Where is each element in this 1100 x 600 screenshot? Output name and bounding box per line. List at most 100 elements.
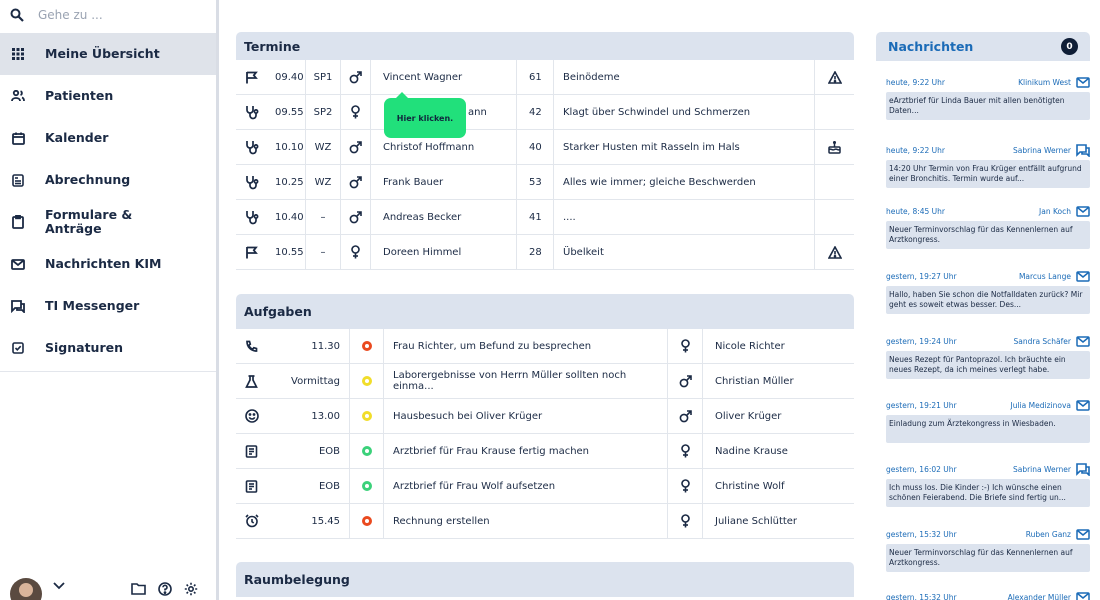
- users-icon: [11, 89, 25, 103]
- patient-age: 53: [517, 165, 554, 199]
- help-icon[interactable]: [158, 582, 172, 596]
- female-icon: [668, 504, 703, 538]
- task-person: Christine Wolf: [715, 480, 785, 492]
- folder-icon[interactable]: [131, 582, 146, 596]
- appointment-row[interactable]: 09.40 SP1 Vincent Wagner 61 Beinödeme: [236, 60, 854, 95]
- chat-icon: [1076, 462, 1090, 476]
- tooltip[interactable]: Hier klicken.: [384, 92, 466, 138]
- message-item[interactable]: heute, 9:22 Uhr Sabrina Werner 14:20 Uhr T…: [886, 143, 1090, 188]
- message-time: heute, 8:45 Uhr: [886, 206, 945, 216]
- message-meta: gestern, 19:27 Uhr Marcus Lange: [886, 269, 1090, 283]
- message-item[interactable]: gestern, 19:27 Uhr Marcus Lange Hallo, hab…: [886, 269, 1090, 314]
- appointment-row[interactable]: 10.25 WZ Frank Bauer 53 Alles wie immer; gle…: [236, 165, 854, 200]
- sidebar-item-messenger[interactable]: TI Messenger: [0, 285, 216, 327]
- sidebar-item-label: Formulare & Anträge: [45, 207, 133, 236]
- task-text[interactable]: Arztbrief für Frau Krause fertig machen: [384, 434, 668, 468]
- sidebar-item-billing[interactable]: Abrechnung: [0, 159, 216, 201]
- task-text[interactable]: Hausbesuch bei Oliver Krüger: [384, 399, 668, 433]
- message-time: gestern, 19:27 Uhr: [886, 271, 957, 281]
- message-sender: Marcus Lange: [1018, 271, 1071, 281]
- task-person: Christian Müller: [715, 375, 794, 387]
- appointment-room: SP1: [306, 60, 341, 94]
- sidebar-item-kim[interactable]: Nachrichten KIM: [0, 243, 216, 285]
- stethoscope-icon: [236, 95, 269, 129]
- message-item[interactable]: gestern, 16:02 Uhr Sabrina Werner Ich muss…: [886, 462, 1090, 507]
- status-dot: [350, 434, 384, 468]
- appointment-row[interactable]: 10.55– Doreen Himmel 28 Übelkeit: [236, 235, 854, 270]
- patient-name[interactable]: Vincent Wagner: [371, 60, 517, 94]
- chevron-down-icon[interactable]: [53, 582, 65, 590]
- message-sender: Alexander Müller: [1007, 592, 1071, 600]
- sidebar-item-calendar[interactable]: Kalender: [0, 117, 216, 159]
- female-icon: [341, 235, 371, 269]
- sidebar-item-label: Kalender: [45, 130, 109, 145]
- task-text[interactable]: Frau Richter, um Befund zu besprechen: [384, 329, 668, 363]
- calendar-icon: [11, 131, 25, 145]
- sidebar-item-label: Nachrichten KIM: [45, 256, 162, 271]
- appointment-row[interactable]: 10.10 WZ Christof Hoffmann 40 Starker Husten…: [236, 130, 854, 165]
- message-preview: eArztbrief für Linda Bauer mit allen ben…: [886, 92, 1090, 120]
- task-text[interactable]: Arztbrief für Frau Wolf aufsetzen: [384, 469, 668, 503]
- message-time: heute, 9:22 Uhr: [886, 145, 945, 155]
- message-preview: Einladung zum Ärztekongress in Wiesbaden…: [886, 415, 1090, 443]
- task-person: Oliver Krüger: [715, 410, 782, 422]
- search-bar[interactable]: Gehe zu ...: [0, 0, 216, 30]
- sidebar-item-forms[interactable]: Formulare & Anträge: [0, 201, 216, 243]
- task-due: EOB: [266, 469, 350, 503]
- appointment-row[interactable]: 10.40– Andreas Becker 41....: [236, 200, 854, 235]
- message-item[interactable]: gestern, 15:32 Uhr Ruben Ganz Neuer Termin…: [886, 527, 1090, 572]
- appointment-time: 09.40: [269, 60, 306, 94]
- mail-icon: [1076, 399, 1090, 411]
- patient-age: 41: [517, 200, 554, 234]
- message-meta: heute, 8:45 Uhr Jan Koch: [886, 204, 1090, 218]
- message-item[interactable]: gestern, 15:32 Uhr Alexander Müller: [886, 590, 1090, 600]
- gear-icon[interactable]: [184, 582, 198, 596]
- grid-icon: [11, 47, 25, 61]
- appointments-title: Termine: [236, 32, 854, 60]
- avatar[interactable]: [10, 578, 42, 600]
- mail-icon: [1076, 205, 1090, 217]
- message-time: gestern, 15:32 Uhr: [886, 529, 957, 539]
- patient-name[interactable]: Doreen Himmel: [371, 235, 517, 269]
- task-row[interactable]: 11.30 Frau Richter, um Befund zu besprech…: [236, 329, 854, 364]
- task-row[interactable]: 15.45 Rechnung erstellen Juliane Schlütter: [236, 504, 854, 539]
- sidebar-item-label: Patienten: [45, 88, 114, 103]
- sidebar-item-label: Abrechnung: [45, 172, 131, 187]
- appointment-row[interactable]: 09.55 SP2 ann 42 Klagt über Schwindel und Sc…: [236, 95, 854, 130]
- sidebar-item-patients[interactable]: Patienten: [0, 75, 216, 117]
- messages-header: Nachrichten 0: [876, 32, 1090, 61]
- sidebar-item-overview[interactable]: Meine Übersicht: [0, 33, 216, 75]
- tooltip-text: Hier klicken.: [396, 113, 454, 123]
- task-text[interactable]: Rechnung erstellen: [384, 504, 668, 538]
- message-item[interactable]: gestern, 19:24 Uhr Sandra Schäfer Neues Re…: [886, 334, 1090, 379]
- task-row[interactable]: EOB Arztbrief für Frau Wolf aufsetzen Chri…: [236, 469, 854, 504]
- appointment-time: 10.25: [269, 165, 306, 199]
- patient-name[interactable]: Andreas Becker: [371, 200, 517, 234]
- search-input[interactable]: Gehe zu ...: [38, 8, 103, 22]
- appointment-time: 10.55: [269, 235, 306, 269]
- flag-icon: [236, 60, 269, 94]
- chat-icon: [11, 299, 25, 313]
- message-item[interactable]: heute, 9:22 Uhr Klinikum West eArztbrief f…: [886, 75, 1090, 120]
- task-text[interactable]: Laborergebnisse von Herrn Müller sollten…: [384, 364, 668, 398]
- task-row[interactable]: EOB Arztbrief für Frau Krause fertig mach…: [236, 434, 854, 469]
- mail-icon: [1076, 270, 1090, 282]
- room-title: Raumbelegung: [236, 562, 854, 597]
- sidebar-item-label: Meine Übersicht: [45, 46, 160, 61]
- messages-title: Nachrichten: [888, 39, 974, 54]
- sidebar-item-signatures[interactable]: Signaturen: [0, 327, 216, 369]
- task-due: EOB: [266, 434, 350, 468]
- message-item[interactable]: gestern, 19:21 Uhr Julia Medizinova Einlad…: [886, 398, 1090, 443]
- patient-name[interactable]: Frank Bauer: [371, 165, 517, 199]
- task-person: Nadine Krause: [715, 445, 788, 457]
- task-row[interactable]: 13.00 Hausbesuch bei Oliver Krüger Oliver …: [236, 399, 854, 434]
- task-row[interactable]: Vormittag Laborergebnisse von Herrn Mülle…: [236, 364, 854, 399]
- female-icon: [341, 95, 371, 129]
- tasks-title: Aufgaben: [236, 294, 854, 329]
- male-icon: [668, 364, 703, 398]
- document-icon: [236, 434, 266, 468]
- appointment-room: –: [306, 200, 341, 234]
- message-item[interactable]: heute, 8:45 Uhr Jan Koch Neuer Terminvorsc…: [886, 204, 1090, 249]
- tasks-table: 11.30 Frau Richter, um Befund zu besprech…: [236, 329, 854, 539]
- appointments-table: 09.40 SP1 Vincent Wagner 61 Beinödeme 09.55 SP…: [236, 60, 854, 270]
